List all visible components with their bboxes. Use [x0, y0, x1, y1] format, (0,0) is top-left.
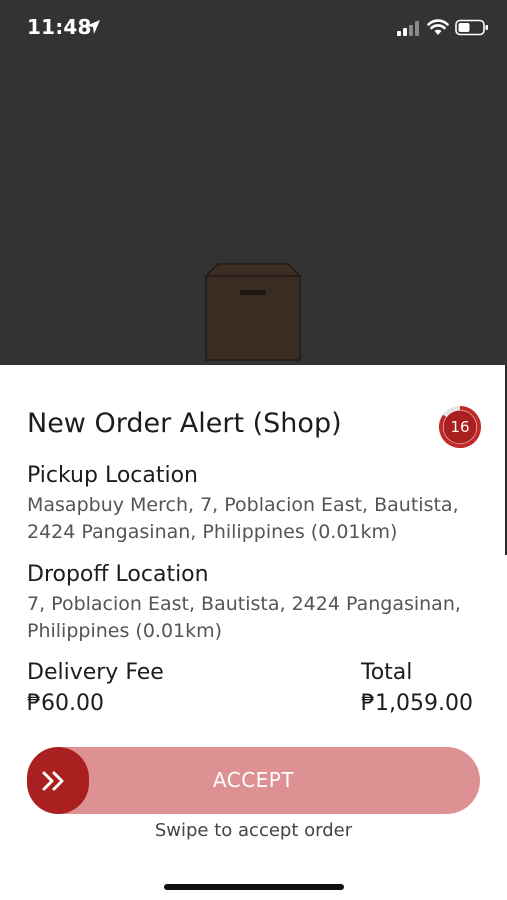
box-icon — [204, 263, 302, 361]
total-label: Total — [361, 660, 413, 685]
delivery-fee-label: Delivery Fee — [27, 660, 164, 685]
pickup-address-line-2: 2424 Pangasinan, Philippines (0.01km) — [27, 521, 398, 543]
home-indicator[interactable] — [164, 884, 344, 890]
accept-slider[interactable]: ACCEPT — [27, 747, 480, 814]
dropoff-address: 7, Poblacion East, Bautista, 2424 Pangas… — [27, 591, 487, 645]
pickup-label: Pickup Location — [27, 463, 199, 488]
cellular-signal-icon — [397, 21, 419, 36]
pickup-address: Masapbuy Merch, 7, Poblacion East, Bauti… — [27, 492, 487, 546]
location-arrow-icon — [86, 20, 100, 34]
dropoff-label: Dropoff Location — [27, 562, 209, 587]
countdown-timer: 16 — [437, 404, 483, 450]
accept-hint: Swipe to accept order — [154, 820, 353, 841]
dropoff-address-line-2: Philippines (0.01km) — [27, 620, 223, 642]
pickup-address-line-1: Masapbuy Merch, 7, Poblacion East, Bauti… — [27, 494, 459, 516]
accept-slider-handle[interactable] — [27, 747, 89, 814]
total-value: ₱1,059.00 — [361, 691, 473, 716]
delivery-fee-value: ₱60.00 — [27, 691, 104, 716]
wifi-icon — [427, 19, 449, 35]
dropoff-address-line-1: 7, Poblacion East, Bautista, 2424 Pangas… — [27, 593, 461, 615]
double-chevron-right-icon — [42, 771, 64, 791]
countdown-value: 16 — [450, 418, 470, 436]
battery-icon — [455, 19, 488, 36]
status-time: 11:48 — [27, 15, 92, 39]
accept-slider-label: ACCEPT — [212, 768, 295, 792]
alert-title: New Order Alert (Shop) — [27, 408, 342, 439]
status-bar: 11:48 — [0, 0, 507, 56]
